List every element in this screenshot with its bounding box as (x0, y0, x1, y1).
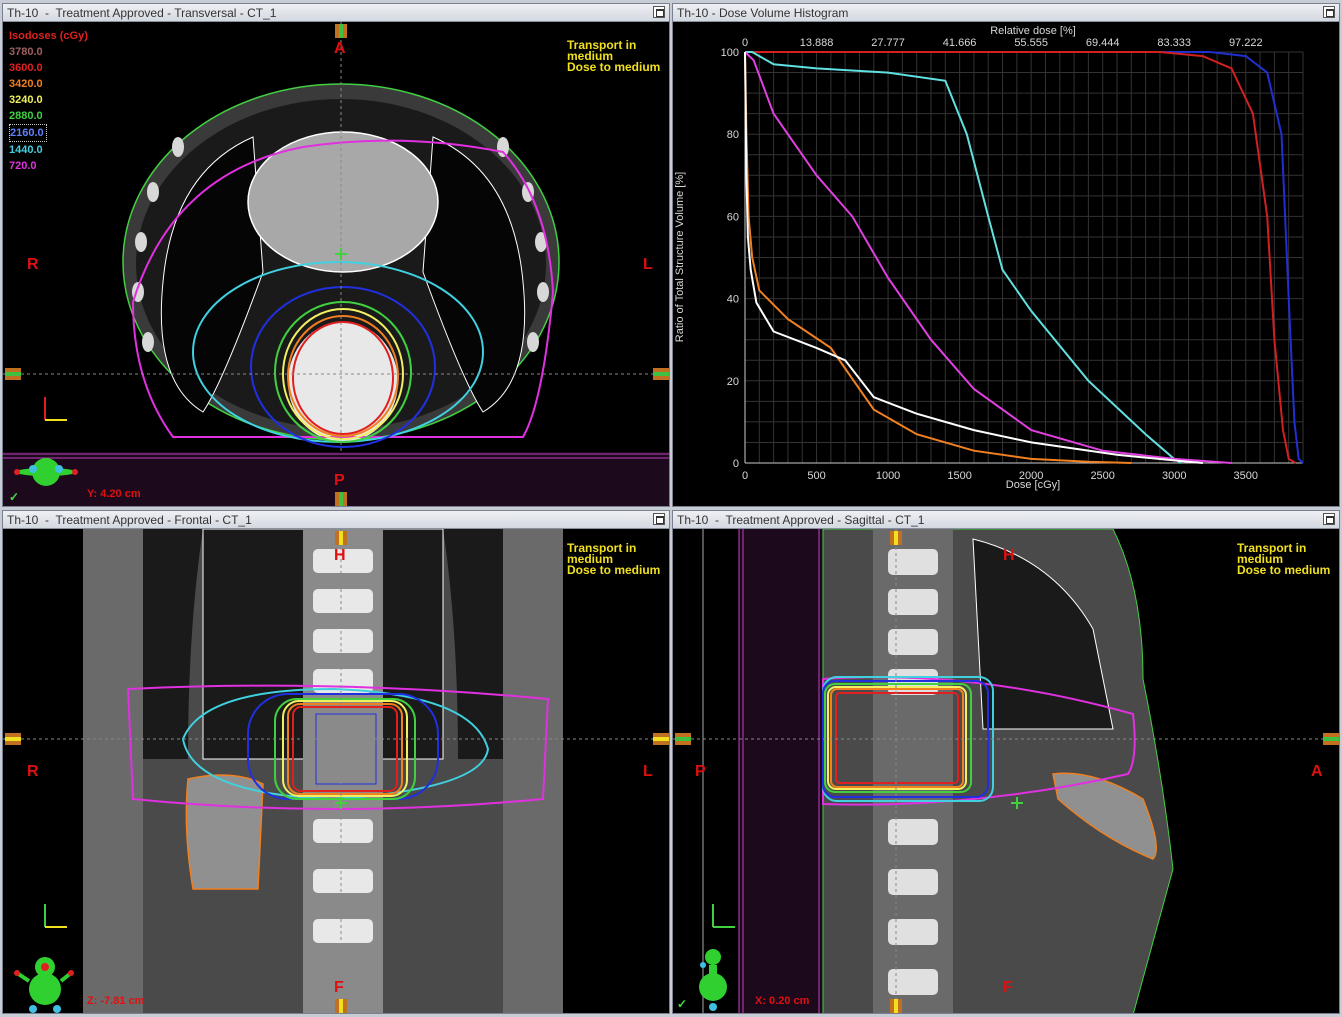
patient-orientation-icon (14, 957, 74, 1013)
orient-left: R (27, 763, 39, 780)
dvh-ylabel: Ratio of Total Structure Volume [%] (674, 172, 686, 342)
orient-top: A (334, 40, 346, 57)
sagittal-image (673, 529, 1339, 1013)
dvh-x-tick: 3500 (1234, 470, 1258, 482)
maximize-icon[interactable] (653, 6, 665, 18)
frontal-title: Th-10 - Treatment Approved - Frontal - C… (3, 511, 669, 529)
dvh-y-tick: 60 (727, 211, 739, 223)
dvh-x-tick: 0 (742, 470, 748, 482)
orient-left: P (695, 763, 706, 780)
dvh-y-tick: 40 (727, 294, 739, 306)
transversal-view[interactable]: Isodoses (cGy) 3780.0 3600.0 3420.0 3240… (3, 22, 669, 506)
dvh-x2label: Relative dose [%] (990, 25, 1076, 37)
dvh-x2-tick: 55.555 (1014, 37, 1048, 49)
check-icon: ✓ (677, 997, 688, 1011)
transversal-image (3, 22, 669, 506)
orient-bottom: P (334, 472, 345, 489)
dvh-x2-tick: 27.777 (871, 37, 905, 49)
dvh-x2-tick: 97.222 (1229, 37, 1263, 49)
dvh-y-tick: 0 (733, 458, 739, 470)
isodose-level: 3420.0 (9, 78, 43, 90)
orient-left: R (27, 256, 39, 273)
orient-top: H (1003, 547, 1015, 564)
dvh-x-tick: 500 (807, 470, 825, 482)
maximize-icon[interactable] (653, 513, 665, 525)
orient-right: L (643, 256, 653, 273)
isodose-legend-header: Isodoses (cGy) (9, 30, 88, 42)
transport-info: Transport in medium Dose to medium (567, 541, 661, 577)
isodose-level: 2880.0 (9, 110, 43, 122)
dvh-y-tick: 100 (721, 47, 739, 59)
dvh-x2-tick: 41.666 (943, 37, 977, 49)
dvh-x-tick: 1500 (947, 470, 971, 482)
maximize-icon[interactable] (1323, 513, 1335, 525)
orient-top: H (334, 547, 346, 564)
slice-coordinate: Z: -7.81 cm (87, 995, 145, 1007)
slice-coordinate: X: 0.20 cm (755, 995, 810, 1007)
isodose-legend: Isodoses (cGy) 3780.0 3600.0 3420.0 3240… (9, 28, 88, 174)
dvh-y-tick: 20 (727, 376, 739, 388)
sagittal-view[interactable]: H F P A Transport in medium Dose to medi… (673, 529, 1339, 1013)
transport-info: Transport in medium Dose to medium (1237, 541, 1331, 577)
dvh-x2-tick: 13.888 (800, 37, 834, 49)
dvh-x2-tick: 69.444 (1086, 37, 1120, 49)
dvh-x-tick: 3000 (1162, 470, 1186, 482)
isodose-level: 3780.0 (9, 46, 43, 58)
orient-right: L (643, 763, 653, 780)
slice-coordinate: Y: 4.20 cm (87, 488, 141, 500)
dvh-title: Th-10 - Dose Volume Histogram (673, 4, 1339, 22)
sagittal-title: Th-10 - Treatment Approved - Sagittal - … (673, 511, 1339, 529)
isodose-level: 1440.0 (9, 144, 43, 156)
isodose-level: 3600.0 (9, 62, 43, 74)
transversal-pane[interactable]: Th-10 - Treatment Approved - Transversal… (2, 3, 670, 507)
transversal-title: Th-10 - Treatment Approved - Transversal… (3, 4, 669, 22)
frontal-view[interactable]: H F R L Transport in medium Dose to medi… (3, 529, 669, 1013)
orient-right: A (1311, 763, 1323, 780)
dvh-xlabel: Dose [cGy] (1006, 479, 1060, 491)
frontal-pane[interactable]: Th-10 - Treatment Approved - Frontal - C… (2, 510, 670, 1014)
dvh-x2-tick: 0 (742, 37, 748, 49)
isodose-level: 3240.0 (9, 94, 43, 106)
dvh-pane[interactable]: Th-10 - Dose Volume Histogram 0 500 1000 15… (672, 3, 1340, 507)
check-icon: ✓ (9, 490, 20, 504)
dvh-x-tick: 2500 (1090, 470, 1114, 482)
maximize-icon[interactable] (1323, 6, 1335, 18)
sagittal-pane[interactable]: Th-10 - Treatment Approved - Sagittal - … (672, 510, 1340, 1014)
orient-bottom: F (1003, 979, 1013, 996)
isodose-level: 720.0 (9, 160, 37, 172)
transport-info: Transport in medium Dose to medium (567, 38, 661, 74)
dvh-view[interactable]: 0 500 1000 1500 2000 2500 3000 3500 0 20 40 60 80 100… (673, 22, 1339, 506)
dvh-chart: 0 500 1000 1500 2000 2500 3000 3500020406080100… (674, 25, 1304, 491)
dvh-x2-tick: 83.333 (1157, 37, 1191, 49)
frontal-image (3, 529, 669, 1013)
isodose-level: 2160.0 (9, 124, 47, 142)
dvh-y-tick: 80 (727, 129, 739, 141)
orient-bottom: F (334, 979, 344, 996)
dvh-x-tick: 1000 (876, 470, 900, 482)
